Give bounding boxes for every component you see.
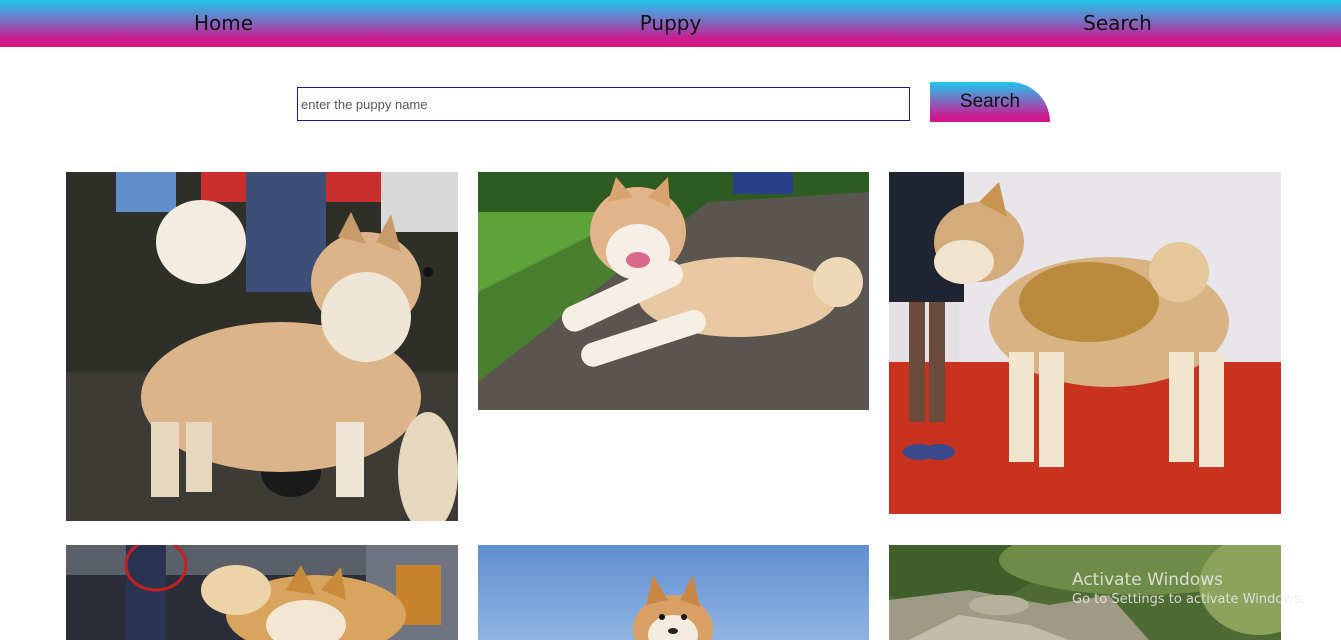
- nav-home-link[interactable]: Home: [0, 0, 447, 47]
- puppy-photo: [66, 545, 458, 640]
- puppy-card[interactable]: [889, 172, 1281, 514]
- nav-puppy-link[interactable]: Puppy: [447, 0, 894, 47]
- puppy-card[interactable]: [889, 545, 1281, 640]
- search-bar: Search: [0, 82, 1341, 122]
- puppy-card[interactable]: [66, 545, 458, 640]
- puppy-photo: [889, 545, 1281, 640]
- puppy-card[interactable]: [66, 172, 458, 521]
- puppy-photo: [66, 172, 458, 521]
- search-button[interactable]: Search: [930, 82, 1050, 122]
- puppy-photo: [478, 545, 869, 640]
- nav-search-link[interactable]: Search: [894, 0, 1341, 47]
- puppy-name-input[interactable]: [297, 87, 910, 121]
- puppy-photo: [889, 172, 1281, 514]
- puppy-card[interactable]: [478, 172, 869, 410]
- puppy-photo: [478, 172, 869, 410]
- puppy-card[interactable]: [478, 545, 869, 640]
- top-navbar: Home Puppy Search: [0, 0, 1341, 47]
